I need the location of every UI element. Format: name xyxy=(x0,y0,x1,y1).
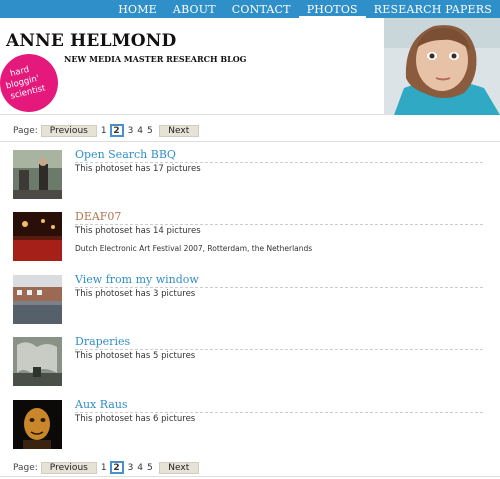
site-title[interactable]: ANNE HELMOND xyxy=(6,31,176,51)
photoset-title[interactable]: Aux Raus xyxy=(75,398,483,413)
nav-photos[interactable]: PHOTOS xyxy=(298,0,366,18)
photoset-count: This photoset has 6 pictures xyxy=(75,414,196,424)
photoset-count: This photoset has 3 pictures xyxy=(75,289,196,299)
photoset-item: Open Search BBQ This photoset has 17 pic… xyxy=(13,148,483,202)
nav-research-papers[interactable]: RESEARCH PAPERS xyxy=(366,0,500,18)
photoset-count: This photoset has 14 pictures xyxy=(75,226,201,236)
photoset-thumbnail[interactable] xyxy=(13,275,62,324)
photoset-item: Aux Raus This photoset has 6 pictures xyxy=(13,398,483,452)
pager-bottom: Page: Previous 1 2 3 4 5 Next xyxy=(13,461,199,474)
next-button[interactable]: Next xyxy=(158,124,199,137)
previous-button[interactable]: Previous xyxy=(40,461,97,474)
next-button[interactable]: Next xyxy=(158,461,199,474)
photoset-thumbnail[interactable] xyxy=(13,150,62,199)
photoset-title[interactable]: View from my window xyxy=(75,273,483,288)
photoset-title[interactable]: DEAF07 xyxy=(75,210,483,225)
page-link-3[interactable]: 3 xyxy=(128,463,134,473)
page-link-5[interactable]: 5 xyxy=(147,126,153,136)
photoset-title[interactable]: Draperies xyxy=(75,335,483,350)
nav-home[interactable]: HOME xyxy=(110,0,165,18)
photoset-title[interactable]: Open Search BBQ xyxy=(75,148,483,163)
photoset-item: View from my window This photoset has 3 … xyxy=(13,273,483,327)
page-link-3[interactable]: 3 xyxy=(128,126,134,136)
previous-button[interactable]: Previous xyxy=(40,124,97,137)
photoset-item: Draperies This photoset has 5 pictures xyxy=(13,335,483,389)
photoset-count: This photoset has 5 pictures xyxy=(75,351,196,361)
photoset-count: This photoset has 17 pictures xyxy=(75,164,201,174)
photoset-thumbnail[interactable] xyxy=(13,337,62,386)
nav-links: HOME ABOUT CONTACT PHOTOS RESEARCH PAPER… xyxy=(110,0,500,18)
divider xyxy=(0,141,500,142)
page-current-2: 2 xyxy=(109,461,124,474)
page-link-5[interactable]: 5 xyxy=(147,463,153,473)
photoset-description: Dutch Electronic Art Festival 2007, Rott… xyxy=(75,244,313,253)
site-subtitle: NEW MEDIA MASTER RESEARCH BLOG xyxy=(64,54,247,64)
photoset-thumbnail[interactable] xyxy=(13,212,62,261)
pager-top: Page: Previous 1 2 3 4 5 Next xyxy=(13,124,199,137)
page-link-4[interactable]: 4 xyxy=(137,126,143,136)
photoset-thumbnail[interactable] xyxy=(13,400,62,449)
nav-contact[interactable]: CONTACT xyxy=(224,0,299,18)
header-portrait-photo xyxy=(384,18,500,115)
top-nav: HOME ABOUT CONTACT PHOTOS RESEARCH PAPER… xyxy=(0,0,500,18)
pager-label: Page: xyxy=(13,462,38,473)
page-link-1[interactable]: 1 xyxy=(101,463,107,473)
hard-bloggin-scientist-badge: hard bloggin' scientist xyxy=(0,47,65,119)
pager-label: Page: xyxy=(13,125,38,136)
page-link-1[interactable]: 1 xyxy=(101,126,107,136)
page-link-4[interactable]: 4 xyxy=(137,463,143,473)
page-current-2: 2 xyxy=(109,124,124,137)
divider xyxy=(0,476,500,477)
photoset-item: DEAF07 This photoset has 14 pictures Dut… xyxy=(13,210,483,264)
nav-about[interactable]: ABOUT xyxy=(165,0,224,18)
site-header: ANNE HELMOND NEW MEDIA MASTER RESEARCH B… xyxy=(0,18,500,119)
